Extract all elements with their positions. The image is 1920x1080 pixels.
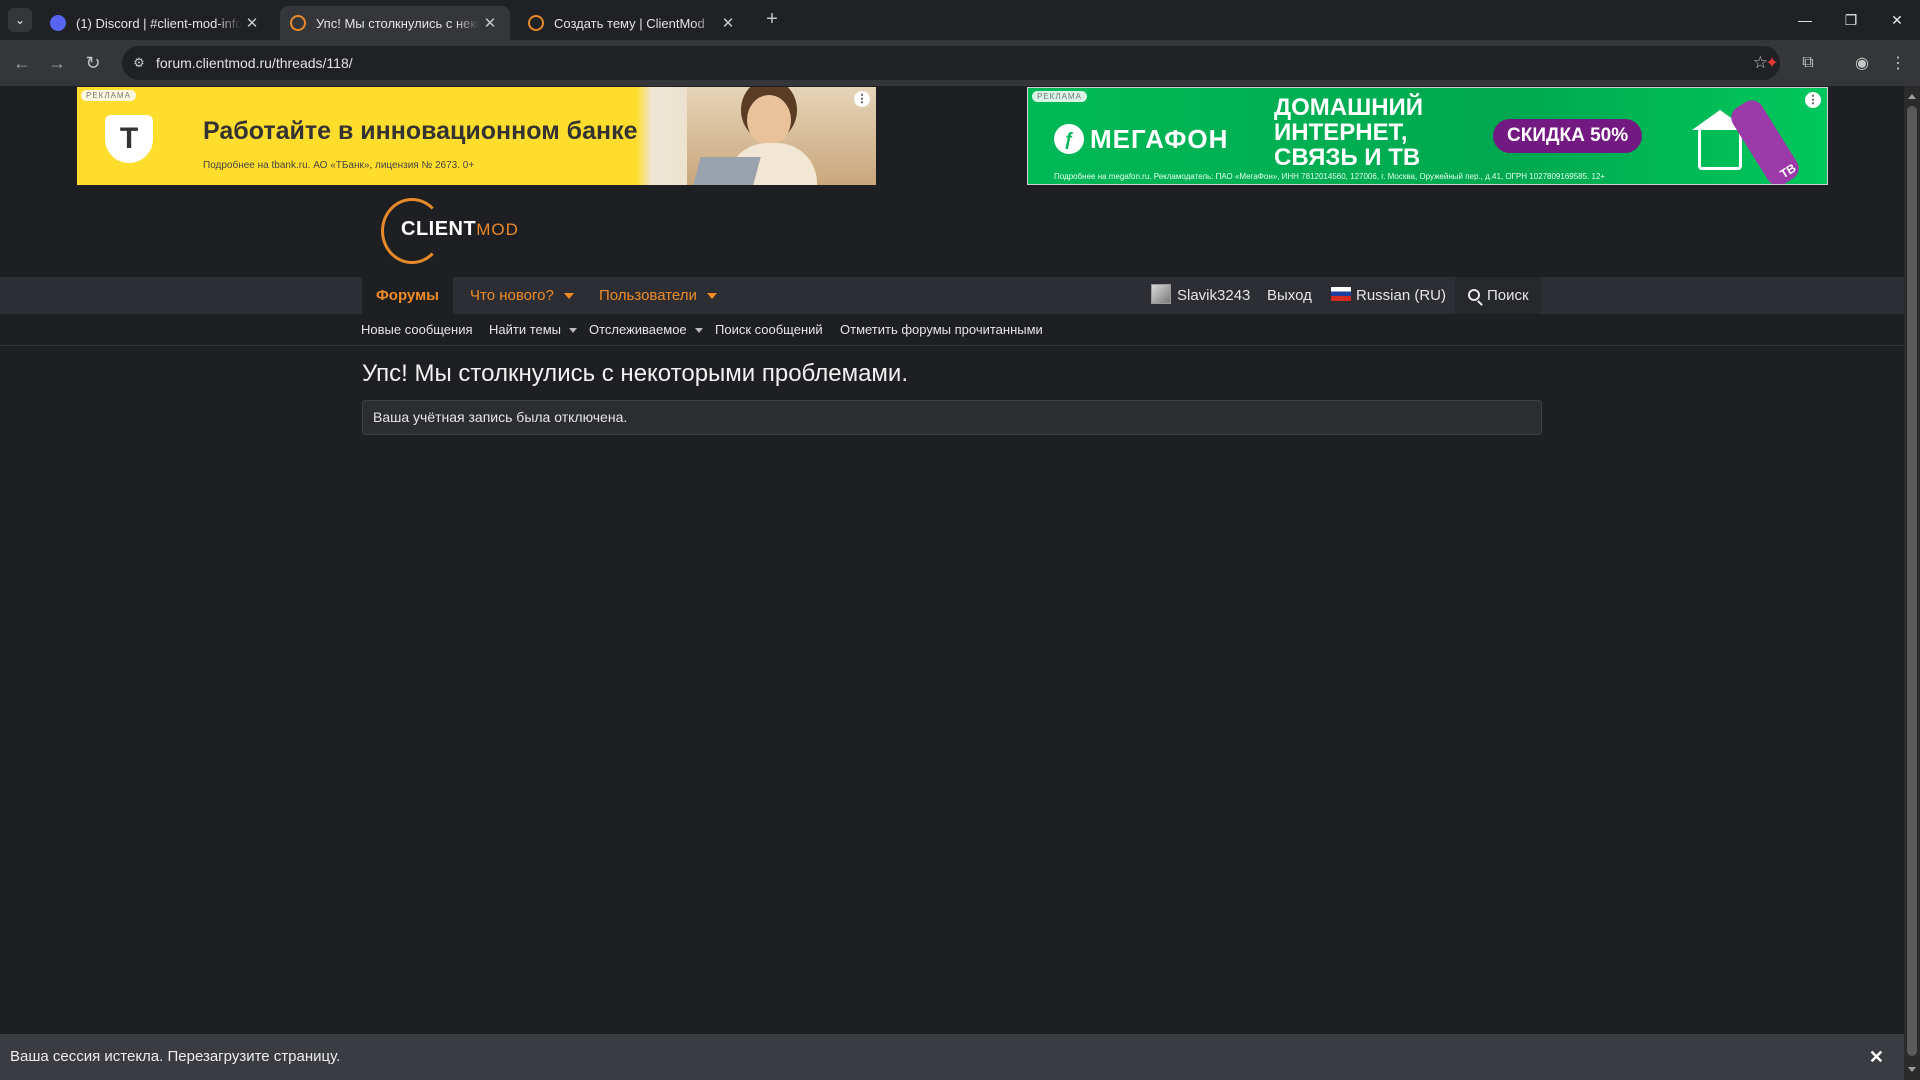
ad-info-icon[interactable]: ⋮ (1805, 92, 1821, 108)
close-icon[interactable]: ✕ (1869, 1034, 1884, 1080)
house-wifi-icon (1698, 128, 1742, 170)
logo-client-text: CLIENT (401, 218, 477, 240)
ad-subtext: Подробнее на tbank.ru. АО «ТБанк», лицен… (203, 160, 475, 171)
ad-label: РЕКЛАМА (1032, 91, 1087, 102)
ad-headline: ДОМАШНИЙ ИНТЕРНЕТ, СВЯЗЬ И ТВ (1274, 94, 1424, 171)
ad-discount-badge: СКИДКА 50% (1493, 119, 1643, 153)
chevron-down-icon[interactable] (694, 328, 703, 334)
forward-arrow-icon[interactable]: → (43, 49, 71, 77)
account-link[interactable]: Slavik3243 (1151, 277, 1250, 314)
tab-discord[interactable]: (1) Discord | #client-mod-info | ✕ (40, 6, 272, 40)
chevron-down-icon[interactable] (563, 293, 574, 300)
tab-title: Создать тему | ClientMod (554, 15, 705, 31)
tab-close-icon[interactable]: ✕ (242, 14, 262, 32)
search-label: Поиск (1487, 287, 1529, 304)
address-bar[interactable]: ⚙ forum.clientmod.ru/threads/118/ ☆ (122, 46, 1780, 80)
tab-title: (1) Discord | #client-mod-info | (76, 15, 242, 31)
reload-icon[interactable]: ↻ (79, 49, 107, 77)
nav-tab-whats-new[interactable]: Что нового? (456, 277, 588, 314)
language-chooser[interactable]: Russian (RU) (1331, 277, 1446, 314)
site-logo[interactable]: CLIENTMOD (381, 198, 523, 264)
discord-favicon-icon (50, 15, 66, 31)
tab-error-page[interactable]: Упс! Мы столкнулись с некото ✕ (280, 6, 510, 40)
search-icon (1468, 289, 1480, 301)
megafon-logo-icon: ƒ (1054, 124, 1084, 154)
site-settings-icon[interactable]: ⚙ (122, 55, 156, 71)
sub-navigation: Новые сообщения Найти темы Отслеживаемое… (0, 314, 1904, 346)
page-viewport: РЕКЛАМА Т Работайте в инновационном банк… (0, 86, 1904, 1080)
ad-photo-woman-laptop (687, 87, 876, 185)
ad-headline: Работайте в инновационном банке (203, 117, 638, 145)
main-navigation: Форумы Что нового? Пользователи Slavik32… (0, 277, 1904, 314)
browser-tab-strip: ⌄ (1) Discord | #client-mod-info | ✕ Упс… (0, 0, 1920, 40)
ad-label: РЕКЛАМА (81, 90, 136, 101)
ad-banner-megafon[interactable]: РЕКЛАМА ƒ МЕГАФОН ДОМАШНИЙ ИНТЕРНЕТ, СВЯ… (1027, 87, 1828, 185)
url-text: forum.clientmod.ru/threads/118/ (156, 55, 353, 71)
scrollbar-thumb[interactable] (1907, 106, 1917, 1056)
profile-avatar-icon[interactable]: ◉ (1850, 51, 1874, 75)
nav-tab-members[interactable]: Пользователи (585, 277, 731, 314)
ad-legal-text: Подробнее на megafon.ru. Рекламодатель: … (1054, 172, 1606, 181)
clientmod-favicon-icon (528, 15, 544, 31)
subnav-label: Найти темы (489, 322, 562, 337)
session-message: Ваша сессия истекла. Перезагрузите стран… (10, 1048, 341, 1065)
language-label: Russian (RU) (1356, 287, 1447, 304)
subnav-new-posts[interactable]: Новые сообщения (361, 314, 473, 346)
ad-brand: МЕГАФОН (1090, 124, 1229, 154)
nav-tab-label: Что нового? (470, 287, 554, 304)
ad-info-icon[interactable]: ⋮ (854, 91, 870, 107)
username: Slavik3243 (1177, 287, 1251, 304)
ad-banner-tbank[interactable]: РЕКЛАМА Т Работайте в инновационном банк… (77, 87, 876, 185)
subnav-mark-forums-read[interactable]: Отметить форумы прочитанными (840, 314, 1043, 346)
extensions-puzzle-icon[interactable]: ⧉ (1796, 51, 1820, 75)
subnav-label: Отслеживаемое (589, 322, 687, 337)
restore-icon[interactable]: ❐ (1828, 0, 1874, 40)
subnav-search-posts[interactable]: Поиск сообщений (715, 314, 823, 346)
tab-title: Упс! Мы столкнулись с некото (316, 15, 480, 31)
chevron-down-icon[interactable] (569, 328, 578, 334)
logout-link[interactable]: Выход (1267, 277, 1312, 314)
chevron-down-icon[interactable] (706, 293, 717, 300)
back-arrow-icon[interactable]: ← (8, 49, 36, 77)
tbank-logo-icon: Т (105, 115, 153, 163)
search-button[interactable]: Поиск (1455, 277, 1541, 314)
logo-mod-text: MOD (476, 220, 519, 239)
error-message-block: Ваша учётная запись была отключена. (362, 400, 1542, 435)
tab-close-icon[interactable]: ✕ (718, 14, 738, 32)
page-title: Упс! Мы столкнулись с некоторыми проблем… (362, 360, 908, 387)
extension-red-icon[interactable]: ✦ (1760, 51, 1784, 75)
nav-tab-label: Пользователи (599, 287, 697, 304)
scroll-down-arrow-icon[interactable] (1908, 1067, 1916, 1072)
tab-search-chevron-icon[interactable]: ⌄ (8, 8, 32, 32)
tab-close-icon[interactable]: ✕ (480, 14, 500, 32)
page-scrollbar[interactable] (1904, 86, 1920, 1080)
scroll-up-arrow-icon[interactable] (1908, 94, 1916, 99)
window-close-icon[interactable]: ✕ (1874, 0, 1920, 40)
clientmod-favicon-icon (290, 15, 306, 31)
nav-tab-forums[interactable]: Форумы (362, 277, 453, 314)
browser-toolbar: ← → ↻ ⚙ forum.clientmod.ru/threads/118/ … (0, 40, 1920, 86)
minimize-icon[interactable]: — (1782, 0, 1828, 40)
avatar (1151, 284, 1171, 304)
tab-create-thread[interactable]: Создать тему | ClientMod ✕ (518, 6, 748, 40)
subnav-find-threads[interactable]: Найти темы (489, 314, 578, 346)
session-expired-notice: Ваша сессия истекла. Перезагрузите стран… (0, 1034, 1904, 1080)
subnav-watched[interactable]: Отслеживаемое (589, 314, 703, 346)
browser-menu-icon[interactable]: ⋮ (1886, 51, 1910, 75)
new-tab-button[interactable]: + (758, 8, 786, 32)
russian-flag-icon (1331, 287, 1351, 301)
